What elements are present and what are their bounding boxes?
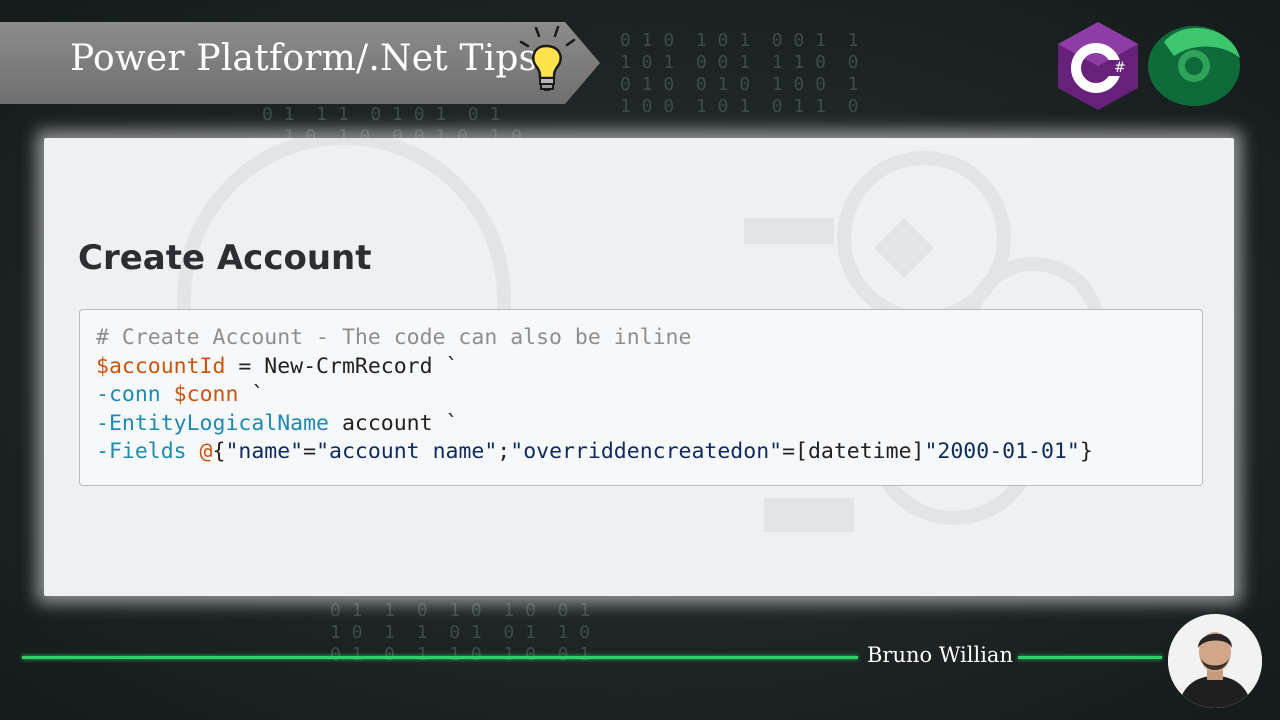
code-text: ` bbox=[238, 382, 265, 407]
code-operator: @ bbox=[186, 439, 213, 464]
code-parameter: -EntityLogicalName bbox=[96, 410, 329, 436]
matrix-digits-top: 0 1 0 1 0 1 0 0 1 1 1 0 1 0 0 1 1 1 0 0 … bbox=[620, 30, 859, 117]
avatar bbox=[1168, 614, 1262, 708]
lightbulb-icon bbox=[519, 25, 576, 91]
code-parameter: -Fields bbox=[96, 439, 187, 464]
code-variable: $conn bbox=[160, 382, 239, 407]
code-parameter: -conn bbox=[96, 382, 161, 407]
content-panel: Create Account # Create Account - The co… bbox=[44, 138, 1234, 596]
code-text: { bbox=[212, 439, 226, 464]
code-text: # Create Account - The code can also be … bbox=[96, 324, 1093, 467]
code-string: "account name" bbox=[316, 439, 498, 464]
csharp-logo: # bbox=[1058, 22, 1138, 110]
code-string: "name" bbox=[225, 439, 304, 464]
avatar-portrait bbox=[1168, 614, 1262, 708]
code-block: # Create Account - The code can also be … bbox=[79, 309, 1203, 486]
code-text: account ` bbox=[329, 410, 459, 436]
slide-heading: Create Account bbox=[78, 238, 372, 278]
svg-text:#: # bbox=[1114, 60, 1126, 76]
dataverse-logo bbox=[1148, 26, 1240, 106]
page-title: Power Platform/.Net Tips bbox=[70, 38, 538, 79]
footer-divider-left bbox=[22, 656, 858, 659]
code-string: "overriddencreatedon" bbox=[510, 439, 783, 464]
logos: # bbox=[1058, 22, 1240, 110]
code-text: = bbox=[303, 439, 317, 464]
code-string: "2000-01-01" bbox=[924, 439, 1080, 464]
footer-divider-right bbox=[1018, 656, 1162, 659]
code-text: } bbox=[1079, 439, 1093, 464]
code-text: ; bbox=[497, 439, 511, 464]
code-text: = New-CrmRecord ` bbox=[225, 353, 459, 379]
code-text: =[datetime] bbox=[782, 439, 925, 464]
code-variable: $accountId bbox=[96, 353, 226, 379]
code-comment: # Create Account - The code can also be … bbox=[96, 325, 692, 350]
author-name: Bruno Willian bbox=[867, 643, 1013, 667]
